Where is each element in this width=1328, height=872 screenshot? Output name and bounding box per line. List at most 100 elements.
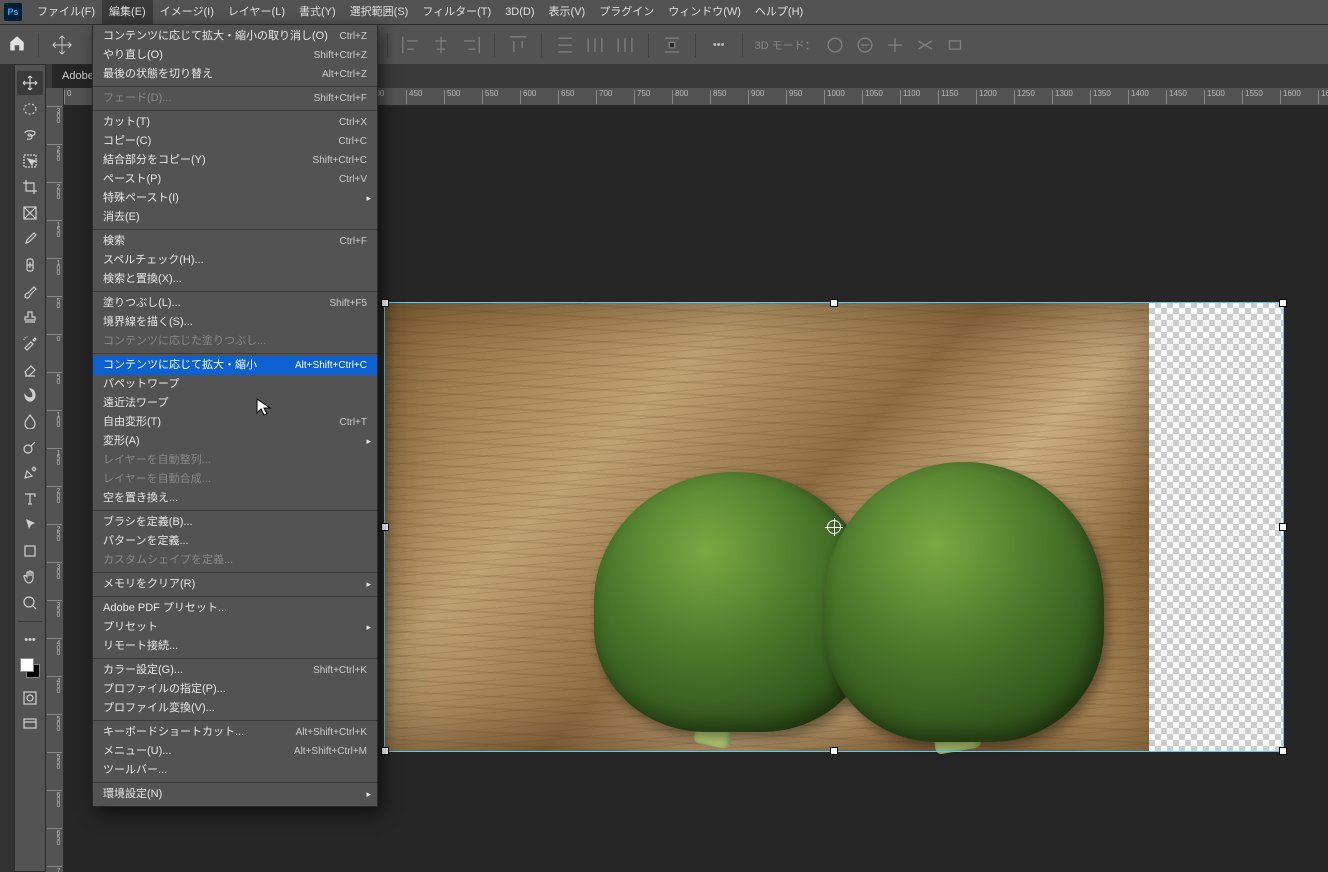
menu-entry[interactable]: プロファイルの指定(P)... bbox=[93, 680, 377, 699]
menu-item[interactable]: 書式(Y) bbox=[292, 0, 343, 24]
menu-entry[interactable]: コンテンツに応じて拡大・縮小の取り消し(O)Ctrl+Z bbox=[93, 27, 377, 46]
menu-entry[interactable]: パターンを定義... bbox=[93, 532, 377, 551]
quick-mask-icon[interactable] bbox=[17, 686, 43, 710]
menu-entry[interactable]: キーボードショートカット...Alt+Shift+Ctrl+K bbox=[93, 723, 377, 742]
transparent-area bbox=[1149, 302, 1284, 752]
tool-palette: ••• bbox=[14, 64, 46, 872]
menu-entry[interactable]: やり直し(O)Shift+Ctrl+Z bbox=[93, 46, 377, 65]
menu-entry[interactable]: 検索と置換(X)... bbox=[93, 270, 377, 289]
stamp-tool[interactable] bbox=[17, 305, 43, 329]
3d-slide-icon[interactable] bbox=[914, 34, 936, 56]
menu-entry[interactable]: コピー(C)Ctrl+C bbox=[93, 132, 377, 151]
pen-tool[interactable] bbox=[17, 461, 43, 485]
menu-entry[interactable]: ツールバー... bbox=[93, 761, 377, 780]
menu-entry: カスタムシェイプを定義... bbox=[93, 551, 377, 570]
path-select-tool[interactable] bbox=[17, 513, 43, 537]
menu-entry[interactable]: パペットワープ bbox=[93, 375, 377, 394]
blur-tool[interactable] bbox=[17, 409, 43, 433]
menu-entry[interactable]: コンテンツに応じて拡大・縮小Alt+Shift+Ctrl+C bbox=[93, 356, 377, 375]
menu-entry[interactable]: 環境設定(N) bbox=[93, 785, 377, 804]
align-right-icon[interactable] bbox=[460, 34, 482, 56]
menu-entry[interactable]: 境界線を描く(S)... bbox=[93, 313, 377, 332]
menu-item[interactable]: レイヤー(L) bbox=[221, 0, 292, 24]
3d-mode-label: 3D モード： bbox=[755, 37, 816, 53]
dist-3-icon[interactable] bbox=[614, 34, 636, 56]
edit-toolbar-icon[interactable]: ••• bbox=[17, 628, 43, 652]
menu-entry[interactable]: 検索Ctrl+F bbox=[93, 232, 377, 251]
menu-entry[interactable]: 最後の状態を切り替えAlt+Ctrl+Z bbox=[93, 65, 377, 84]
dist-2-icon[interactable] bbox=[584, 34, 606, 56]
vertical-ruler: 3002502001501005005010015020025030035040… bbox=[46, 88, 64, 872]
marquee-tool[interactable] bbox=[17, 97, 43, 121]
3d-zoom-icon[interactable] bbox=[944, 34, 966, 56]
menu-entry[interactable]: 消去(E) bbox=[93, 208, 377, 227]
menu-item[interactable]: 編集(E) bbox=[102, 0, 153, 24]
menu-item[interactable]: 表示(V) bbox=[542, 0, 593, 24]
menu-entry: レイヤーを自動整列... bbox=[93, 451, 377, 470]
type-tool[interactable] bbox=[17, 487, 43, 511]
menu-entry: コンテンツに応じた塗りつぶし... bbox=[93, 332, 377, 351]
align-center-h-icon[interactable] bbox=[430, 34, 452, 56]
screen-mode-icon[interactable] bbox=[17, 712, 43, 736]
menu-entry[interactable]: リモート接続... bbox=[93, 637, 377, 656]
object-select-tool[interactable] bbox=[17, 149, 43, 173]
menu-bar: Ps ファイル(F)編集(E)イメージ(I)レイヤー(L)書式(Y)選択範囲(S… bbox=[0, 0, 1328, 24]
menu-entry[interactable]: 自由変形(T)Ctrl+T bbox=[93, 413, 377, 432]
photo-wood-broccoli bbox=[384, 302, 1149, 752]
hand-tool[interactable] bbox=[17, 565, 43, 589]
crop-tool[interactable] bbox=[17, 175, 43, 199]
menu-item[interactable]: ヘルプ(H) bbox=[748, 0, 810, 24]
menu-entry[interactable]: 塗りつぶし(L)...Shift+F5 bbox=[93, 294, 377, 313]
3d-roll-icon[interactable] bbox=[854, 34, 876, 56]
image-content bbox=[384, 302, 1284, 752]
healing-tool[interactable] bbox=[17, 253, 43, 277]
menu-entry: フェード(D)...Shift+Ctrl+F bbox=[93, 89, 377, 108]
menu-entry[interactable]: メニュー(U)...Alt+Shift+Ctrl+M bbox=[93, 742, 377, 761]
brush-tool[interactable] bbox=[17, 279, 43, 303]
menu-entry: レイヤーを自動合成... bbox=[93, 470, 377, 489]
menu-entry[interactable]: 特殊ペースト(I) bbox=[93, 189, 377, 208]
menu-item[interactable]: イメージ(I) bbox=[153, 0, 221, 24]
menu-item[interactable]: ウィンドウ(W) bbox=[661, 0, 748, 24]
history-brush-tool[interactable] bbox=[17, 331, 43, 355]
more-icon[interactable]: ••• bbox=[708, 34, 730, 56]
home-icon[interactable] bbox=[8, 34, 26, 55]
eraser-tool[interactable] bbox=[17, 357, 43, 381]
menu-entry[interactable]: プリセット bbox=[93, 618, 377, 637]
menu-entry[interactable]: メモリをクリア(R) bbox=[93, 575, 377, 594]
menu-item[interactable]: 選択範囲(S) bbox=[343, 0, 416, 24]
3d-orbit-icon[interactable] bbox=[824, 34, 846, 56]
menu-entry[interactable]: カット(T)Ctrl+X bbox=[93, 113, 377, 132]
menu-entry[interactable]: 遠近法ワープ bbox=[93, 394, 377, 413]
color-swatches[interactable] bbox=[17, 654, 43, 684]
align-left-icon[interactable] bbox=[400, 34, 422, 56]
dodge-tool[interactable] bbox=[17, 435, 43, 459]
dist-1-icon[interactable] bbox=[554, 34, 576, 56]
zoom-tool[interactable] bbox=[17, 591, 43, 615]
move-tool[interactable] bbox=[17, 71, 43, 95]
3d-pan-icon[interactable] bbox=[884, 34, 906, 56]
eyedropper-tool[interactable] bbox=[17, 227, 43, 251]
menu-entry[interactable]: 空を置き換え... bbox=[93, 489, 377, 508]
menu-entry[interactable]: プロファイル変換(V)... bbox=[93, 699, 377, 718]
dist-4-icon[interactable] bbox=[661, 34, 683, 56]
menu-entry[interactable]: 変形(A) bbox=[93, 432, 377, 451]
menu-entry[interactable]: スペルチェック(H)... bbox=[93, 251, 377, 270]
shape-tool[interactable] bbox=[17, 539, 43, 563]
menu-entry[interactable]: ブラシを定義(B)... bbox=[93, 513, 377, 532]
menu-entry[interactable]: ペースト(P)Ctrl+V bbox=[93, 170, 377, 189]
menu-item[interactable]: ファイル(F) bbox=[30, 0, 102, 24]
menu-item[interactable]: プラグイン bbox=[592, 0, 661, 24]
lasso-tool[interactable] bbox=[17, 123, 43, 147]
frame-tool[interactable] bbox=[17, 201, 43, 225]
menu-item[interactable]: 3D(D) bbox=[498, 0, 541, 24]
ps-logo-icon: Ps bbox=[4, 3, 22, 21]
gradient-tool[interactable] bbox=[17, 383, 43, 407]
move-tool-icon[interactable] bbox=[51, 34, 73, 56]
menu-entry[interactable]: Adobe PDF プリセット... bbox=[93, 599, 377, 618]
menu-item[interactable]: フィルター(T) bbox=[415, 0, 498, 24]
menu-entry[interactable]: カラー設定(G)...Shift+Ctrl+K bbox=[93, 661, 377, 680]
tab-title: Adobe bbox=[62, 64, 94, 88]
menu-entry[interactable]: 結合部分をコピー(Y)Shift+Ctrl+C bbox=[93, 151, 377, 170]
align-top-icon[interactable] bbox=[507, 34, 529, 56]
